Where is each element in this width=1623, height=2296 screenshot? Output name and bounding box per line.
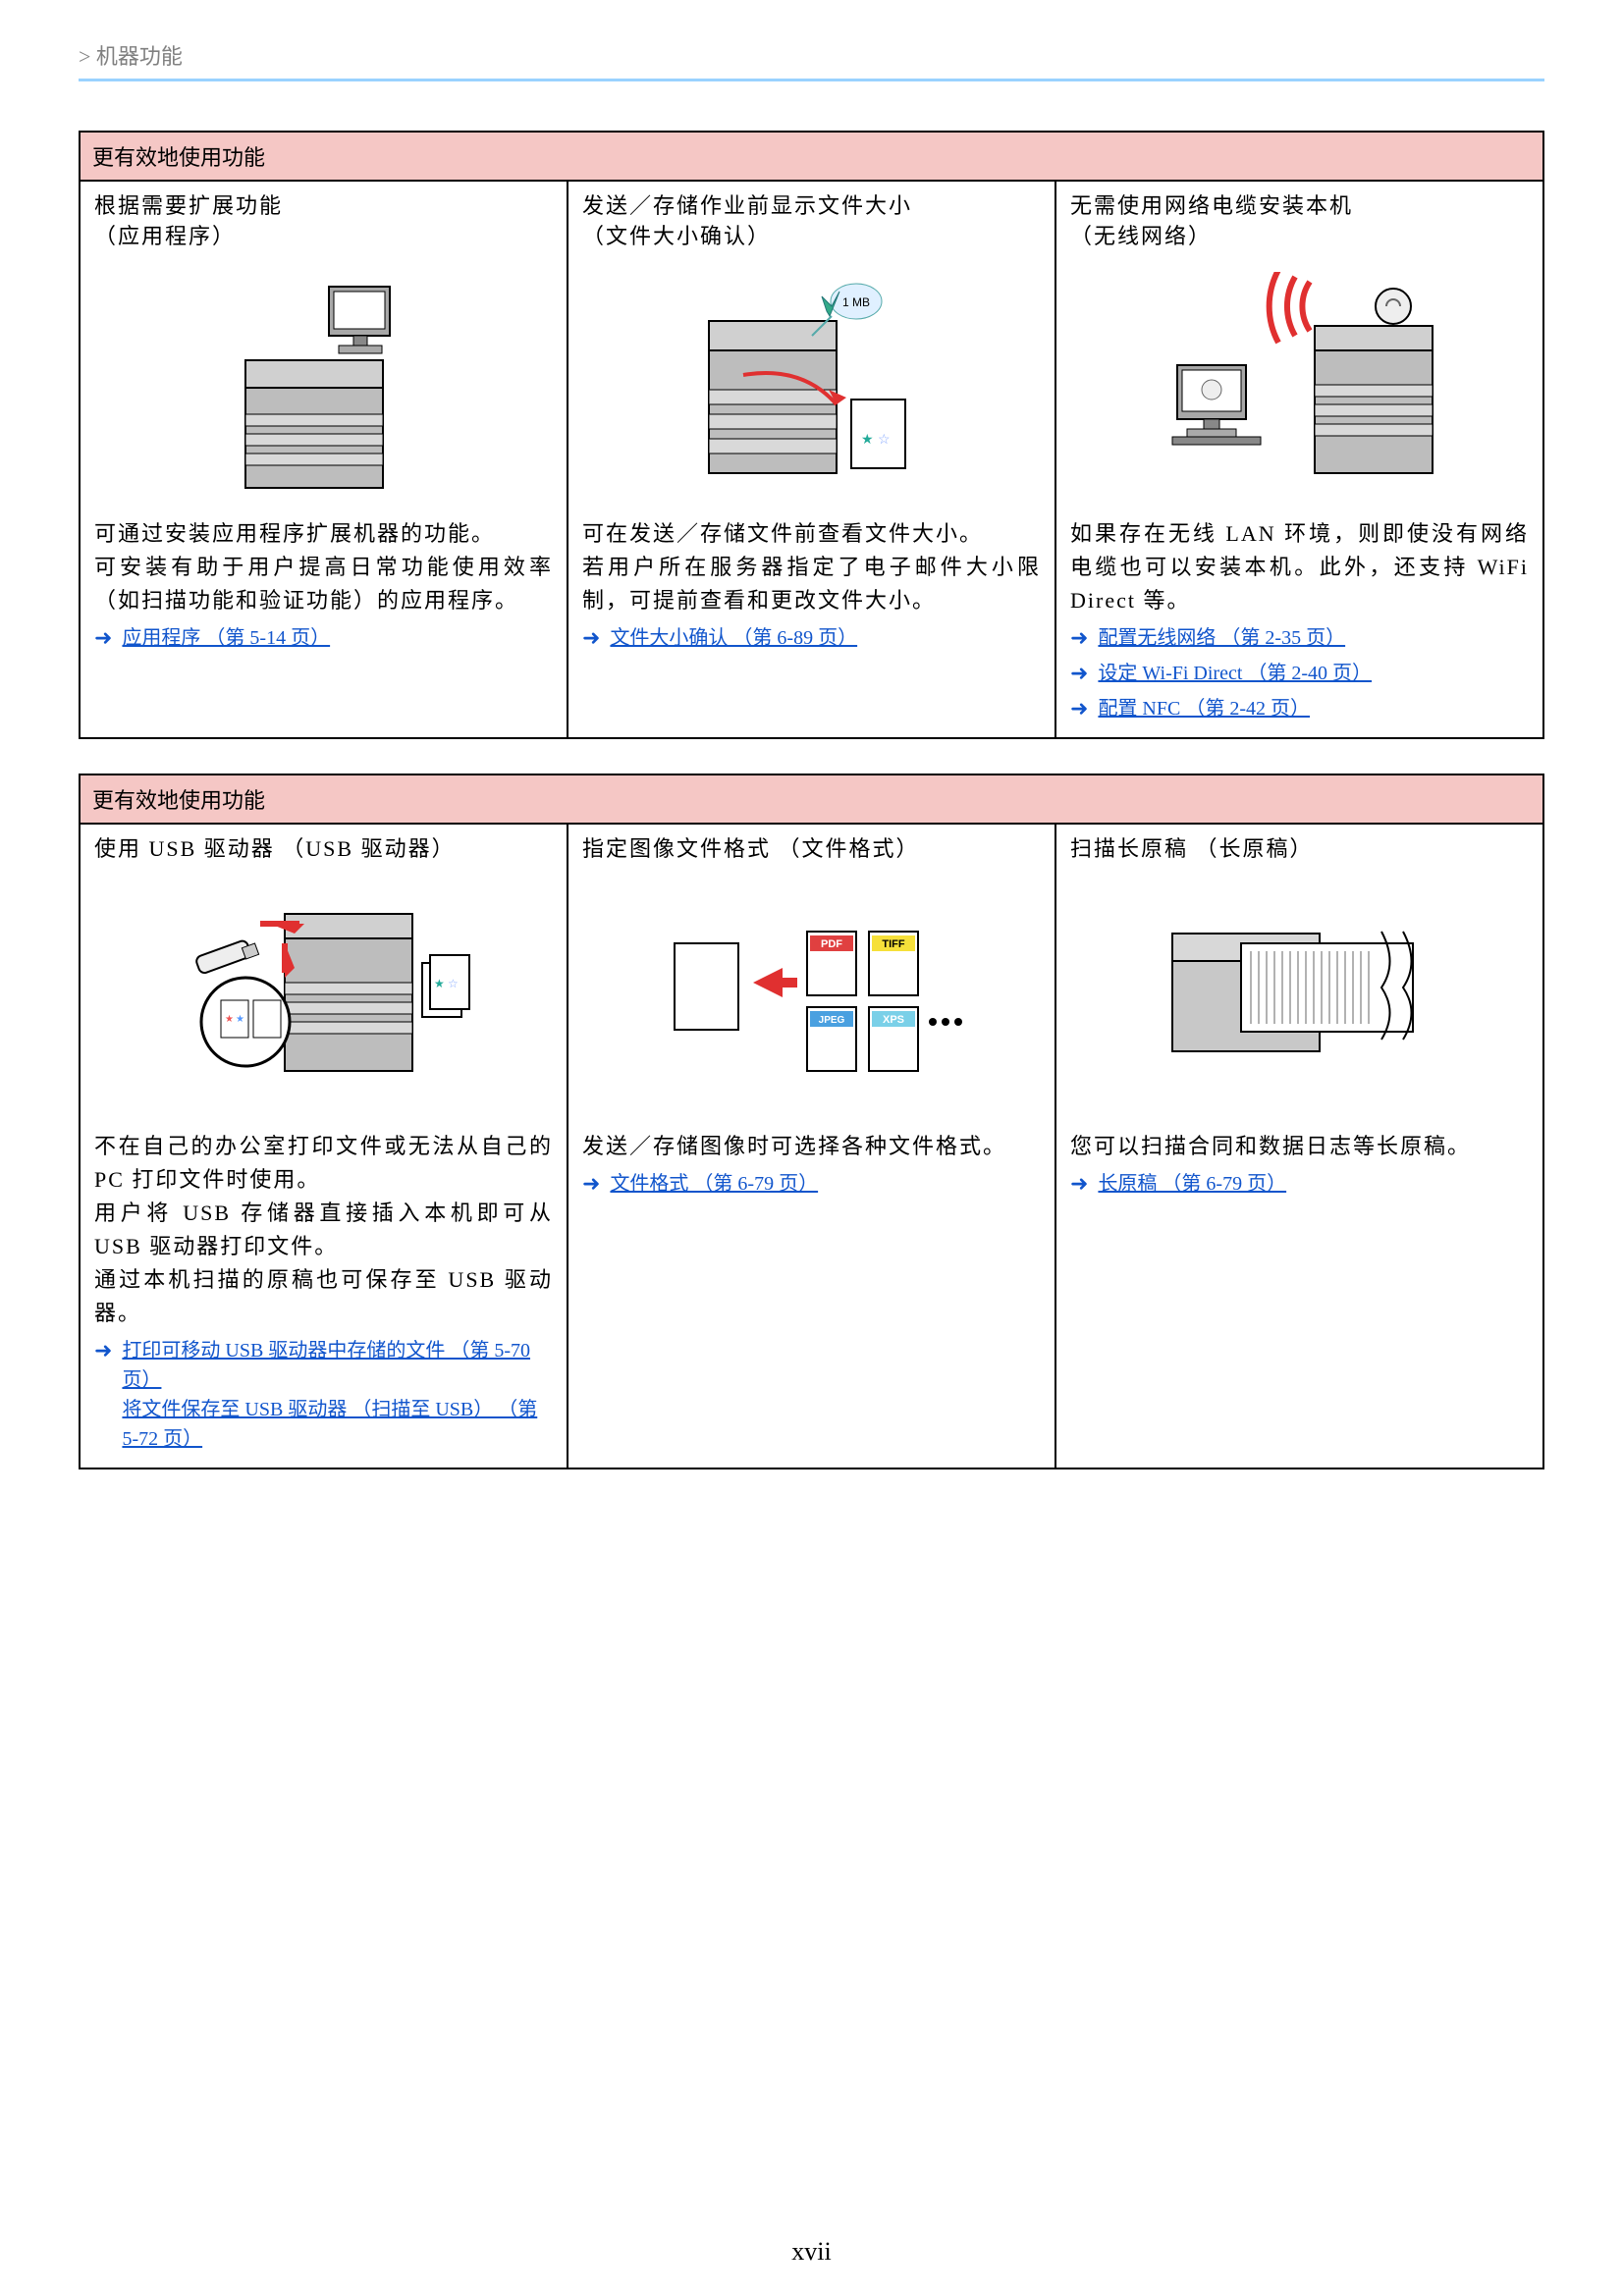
arrow-icon: ➜: [1070, 1171, 1088, 1197]
link-row[interactable]: ➜ 设定 Wi-Fi Direct （第 2-40 页）: [1070, 659, 1529, 688]
arrow-icon: ➜: [94, 625, 112, 651]
cell-title: 扫描长原稿 （长原稿）: [1070, 834, 1529, 865]
link-wifi-direct[interactable]: 设定 Wi-Fi Direct （第 2-40 页）: [1098, 659, 1372, 688]
link-row[interactable]: ➜ 文件大小确认 （第 6-89 页）: [582, 623, 1041, 653]
page-number: xvii: [0, 2237, 1623, 2267]
link-applications[interactable]: 应用程序 （第 5-14 页）: [122, 623, 330, 653]
cell-title: 指定图像文件格式 （文件格式）: [582, 834, 1041, 865]
link-row[interactable]: ➜ 将文件保存至 USB 驱动器 （扫描至 USB） （第 5-72 页）: [94, 1395, 553, 1454]
cell-body: 可在发送／存储文件前查看文件大小。 若用户所在服务器指定了电子邮件大小限制，可提…: [582, 517, 1041, 617]
feature-cell-fileformat: 指定图像文件格式 （文件格式） PDF TIFF JPEG: [568, 825, 1056, 1468]
cell-title: 无需使用网络电缆安装本机 （无线网络）: [1070, 191, 1529, 252]
link-row[interactable]: ➜ 长原稿 （第 6-79 页）: [1070, 1169, 1529, 1199]
link-usb-save[interactable]: 将文件保存至 USB 驱动器 （扫描至 USB） （第 5-72 页）: [122, 1395, 553, 1454]
arrow-icon: ➜: [582, 625, 600, 651]
link-wireless-config[interactable]: 配置无线网络 （第 2-35 页）: [1098, 623, 1345, 653]
table-header: 更有效地使用功能: [81, 133, 1542, 182]
feature-cell-wireless: 无需使用网络电缆安装本机 （无线网络）: [1056, 182, 1542, 737]
svg-text:TIFF: TIFF: [882, 938, 904, 950]
cell-title: 发送／存储作业前显示文件大小 （文件大小确认）: [582, 191, 1041, 252]
svg-text:☆: ☆: [878, 433, 891, 448]
header-rule: [79, 79, 1544, 81]
link-row[interactable]: ➜ 文件格式 （第 6-79 页）: [582, 1169, 1041, 1199]
fileformat-icon: PDF TIFF JPEG XPS: [582, 875, 1041, 1120]
link-row[interactable]: ➜ 配置无线网络 （第 2-35 页）: [1070, 623, 1529, 653]
feature-cell-usb: 使用 USB 驱动器 （USB 驱动器）: [81, 825, 568, 1468]
link-usb-print[interactable]: 打印可移动 USB 驱动器中存储的文件 （第 5-70 页）: [122, 1336, 553, 1395]
svg-text:XPS: XPS: [882, 1014, 903, 1026]
arrow-icon: ➜: [94, 1338, 112, 1363]
link-row[interactable]: ➜ 配置 NFC （第 2-42 页）: [1070, 694, 1529, 723]
cell-title: 使用 USB 驱动器 （USB 驱动器）: [94, 834, 553, 865]
cell-body: 可通过安装应用程序扩展机器的功能。 可安装有助于用户提高日常功能使用效率 （如扫…: [94, 517, 553, 617]
svg-text:PDF: PDF: [821, 938, 842, 950]
cell-body: 发送／存储图像时可选择各种文件格式。: [582, 1130, 1041, 1163]
link-row[interactable]: ➜ 应用程序 （第 5-14 页）: [94, 623, 553, 653]
feature-table-1: 更有效地使用功能 根据需要扩展功能 （应用程序）: [79, 131, 1544, 739]
feature-cell-long-original: 扫描长原稿 （长原稿）: [1056, 825, 1542, 1468]
filesize-confirm-icon: 1 MB ★ ☆: [582, 262, 1041, 507]
svg-text:★: ★: [861, 433, 874, 448]
link-long-original[interactable]: 长原稿 （第 6-79 页）: [1098, 1169, 1286, 1199]
breadcrumb: > 机器功能: [79, 39, 1544, 79]
feature-cell-applications: 根据需要扩展功能 （应用程序） 可通过安装应用程: [81, 182, 568, 737]
link-nfc[interactable]: 配置 NFC （第 2-42 页）: [1098, 694, 1310, 723]
usb-drive-icon: ★ ★ ★ ☆: [94, 875, 553, 1120]
svg-text:★: ★: [434, 977, 445, 990]
arrow-icon: ➜: [1070, 696, 1088, 721]
link-filesize[interactable]: 文件大小确认 （第 6-89 页）: [610, 623, 857, 653]
feature-table-2: 更有效地使用功能 使用 USB 驱动器 （USB 驱动器）: [79, 774, 1544, 1469]
table-header: 更有效地使用功能: [81, 775, 1542, 825]
cell-title: 根据需要扩展功能 （应用程序）: [94, 191, 553, 252]
link-fileformat[interactable]: 文件格式 （第 6-79 页）: [610, 1169, 818, 1199]
feature-cell-filesize: 发送／存储作业前显示文件大小 （文件大小确认） 1 MB: [568, 182, 1056, 737]
cell-body: 不在自己的办公室打印文件或无法从自己的 PC 打印文件时使用。 用户将 USB …: [94, 1130, 553, 1331]
arrow-icon: ➜: [582, 1171, 600, 1197]
cell-body: 如果存在无线 LAN 环境，则即使没有网络电缆也可以安装本机。此外，还支持 Wi…: [1070, 517, 1529, 617]
long-original-icon: [1070, 875, 1529, 1120]
arrow-icon: ➜: [1070, 625, 1088, 651]
svg-text:★: ★: [225, 1014, 234, 1025]
arrow-icon: ➜: [1070, 661, 1088, 686]
link-row[interactable]: ➜ 打印可移动 USB 驱动器中存储的文件 （第 5-70 页）: [94, 1336, 553, 1395]
svg-text:☆: ☆: [448, 977, 459, 990]
wireless-icon: [1070, 262, 1529, 507]
svg-text:JPEG: JPEG: [818, 1015, 844, 1026]
svg-text:1 MB: 1 MB: [841, 295, 869, 309]
mfp-with-monitor-icon: [94, 262, 553, 507]
svg-text:★: ★: [236, 1014, 244, 1025]
cell-body: 您可以扫描合同和数据日志等长原稿。: [1070, 1130, 1529, 1163]
